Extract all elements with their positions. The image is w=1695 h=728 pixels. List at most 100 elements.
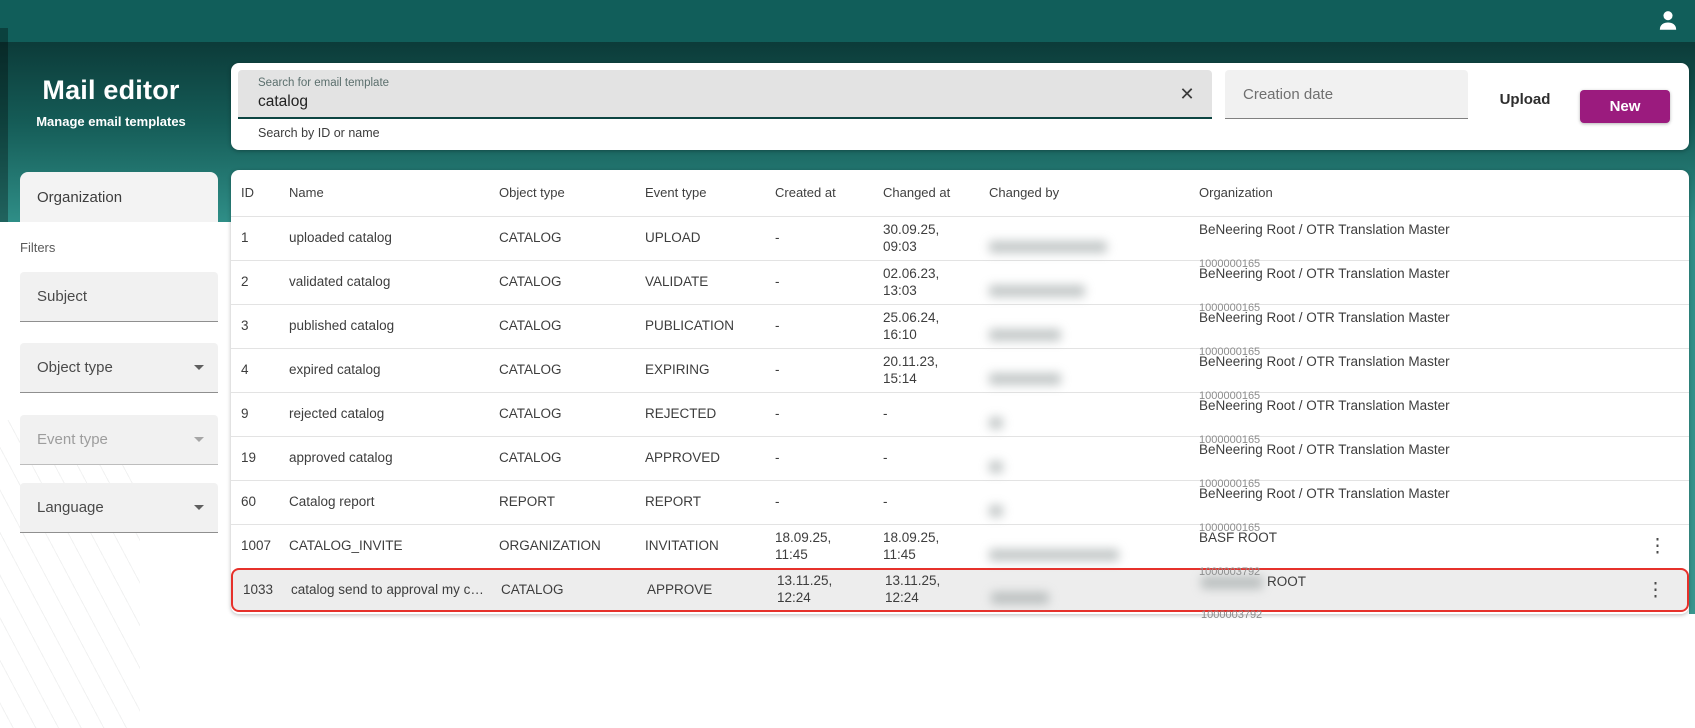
cell-object-type: CATALOG — [499, 274, 562, 290]
filter-field-language[interactable]: Language — [20, 483, 218, 533]
cell-created-at: 13.11.25, 12:24 — [777, 573, 833, 605]
filter-field-label: Language — [37, 499, 104, 516]
cell-created-at: 18.09.25, 11:45 — [775, 529, 832, 562]
cell-event-type: PUBLICATION — [645, 318, 735, 334]
cell-changed-at: 20.11.23, 15:14 — [883, 353, 939, 386]
cell-changed-at: 13.11.25, 12:24 — [885, 573, 941, 605]
organization-name: ROOT — [1201, 557, 1637, 591]
cell-object-type: ORGANIZATION — [499, 538, 601, 554]
creation-date-field[interactable]: Creation date — [1225, 70, 1468, 119]
search-input-value: catalog — [258, 93, 308, 110]
cell-created-at: - — [775, 406, 780, 422]
cell-name: published catalog — [289, 318, 395, 334]
cell-event-type: APPROVED — [645, 450, 721, 466]
cell-object-type: CATALOG — [499, 362, 562, 378]
sidebar: Mail editor Manage email templates Organ… — [0, 42, 222, 728]
clear-search-icon[interactable]: ✕ — [1174, 81, 1200, 107]
cell-object-type: CATALOG — [501, 581, 564, 597]
cell-object-type: CATALOG — [499, 450, 562, 466]
chevron-down-icon — [194, 505, 204, 510]
kebab-menu-icon[interactable]: ⋮ — [1640, 577, 1671, 604]
cell-changed-by — [989, 442, 1199, 476]
cell-event-type: UPLOAD — [645, 230, 701, 246]
cell-event-type: REJECTED — [645, 406, 717, 422]
cell-name: uploaded catalog — [289, 230, 392, 246]
cell-organization: ROOT 1000003792 — [1201, 540, 1647, 640]
redacted-org-prefix — [1201, 575, 1263, 589]
app-title: Mail editor — [42, 75, 180, 105]
cell-id: 4 — [241, 362, 249, 378]
column-header-id: ID — [241, 184, 254, 200]
cell-changed-by — [989, 266, 1199, 300]
cell-name: approved catalog — [289, 450, 393, 466]
filter-field-label: Event type — [37, 431, 108, 448]
chevron-down-icon — [194, 437, 204, 442]
cell-name: CATALOG_INVITE — [289, 538, 403, 554]
cell-id: 60 — [241, 494, 257, 510]
table-row[interactable]: 1033 catalog send to approval my co… CAT… — [231, 568, 1689, 621]
templates-table: ID Name Object type Event type Created at Cha… — [231, 170, 1689, 621]
cell-id: 9 — [241, 406, 249, 422]
redacted-changed-by — [989, 548, 1119, 561]
cell-created-at: - — [775, 450, 780, 466]
cell-event-type: APPROVE — [647, 581, 713, 597]
redacted-changed-by — [989, 328, 1061, 341]
cell-created-at: - — [775, 362, 780, 378]
upload-button[interactable]: Upload — [1480, 83, 1570, 116]
cell-event-type: INVITATION — [645, 538, 719, 554]
organization-name-text: ROOT — [1267, 573, 1306, 589]
search-hint: Search by ID or name — [258, 126, 380, 140]
cell-changed-at: 30.09.25, 09:03 — [883, 221, 940, 254]
cell-changed-by — [991, 573, 1201, 607]
cell-created-at: - — [775, 318, 780, 334]
cell-name: validated catalog — [289, 274, 391, 290]
cell-id: 19 — [241, 450, 257, 466]
column-header-name: Name — [289, 184, 324, 200]
column-header-changed-at: Changed at — [883, 184, 951, 200]
cell-created-at: - — [775, 494, 780, 510]
cell-changed-by — [989, 398, 1199, 432]
redacted-changed-by — [989, 504, 1003, 517]
search-input-label: Search for email template — [258, 77, 390, 89]
cell-changed-at: - — [883, 450, 888, 466]
cell-object-type: CATALOG — [499, 406, 562, 422]
sidebar-tab-organization[interactable]: Organization — [20, 172, 218, 222]
cell-created-at: - — [775, 274, 780, 290]
cell-object-type: CATALOG — [499, 318, 562, 334]
new-button[interactable]: New — [1580, 90, 1670, 123]
column-header-object-type: Object type — [499, 184, 565, 200]
app-topbar — [0, 0, 1695, 42]
table-body: 1 uploaded catalog CATALOG UPLOAD - 30.0… — [231, 216, 1689, 621]
redacted-changed-by — [991, 592, 1049, 605]
cell-name: expired catalog — [289, 362, 381, 378]
cell-event-type: VALIDATE — [645, 274, 709, 290]
column-header-created-at: Created at — [775, 184, 836, 200]
filter-field-subject[interactable]: Subject — [20, 272, 218, 322]
cell-id: 1 — [241, 230, 249, 246]
toolbar-card: Search for email template catalog ✕ Sear… — [231, 63, 1689, 150]
cell-event-type: EXPIRING — [645, 362, 710, 378]
filter-field-object-type[interactable]: Object type — [20, 343, 218, 393]
redacted-changed-by — [989, 284, 1085, 297]
cell-id: 1033 — [243, 581, 274, 597]
cell-changed-at: - — [883, 406, 888, 422]
column-header-event-type: Event type — [645, 184, 707, 200]
filter-field-event-type[interactable]: Event type — [20, 415, 218, 465]
cell-object-type: CATALOG — [499, 230, 562, 246]
user-account-icon[interactable] — [1655, 7, 1681, 33]
cell-changed-by — [989, 354, 1199, 388]
chevron-down-icon — [194, 365, 204, 370]
cell-created-at: - — [775, 230, 780, 246]
right-edge-gradient — [1689, 222, 1695, 614]
search-input[interactable]: Search for email template catalog ✕ — [238, 70, 1212, 119]
redacted-changed-by — [989, 372, 1061, 385]
redacted-changed-by — [989, 240, 1107, 253]
cell-name: Catalog report — [289, 494, 375, 510]
cell-changed-by — [989, 222, 1199, 256]
cell-changed-by — [989, 310, 1199, 344]
cell-changed-at: - — [883, 494, 888, 510]
person-icon — [1659, 11, 1677, 30]
filters-label: Filters — [20, 240, 56, 255]
cell-changed-at: 25.06.24, 16:10 — [883, 309, 940, 342]
cell-name: rejected catalog — [289, 406, 385, 422]
